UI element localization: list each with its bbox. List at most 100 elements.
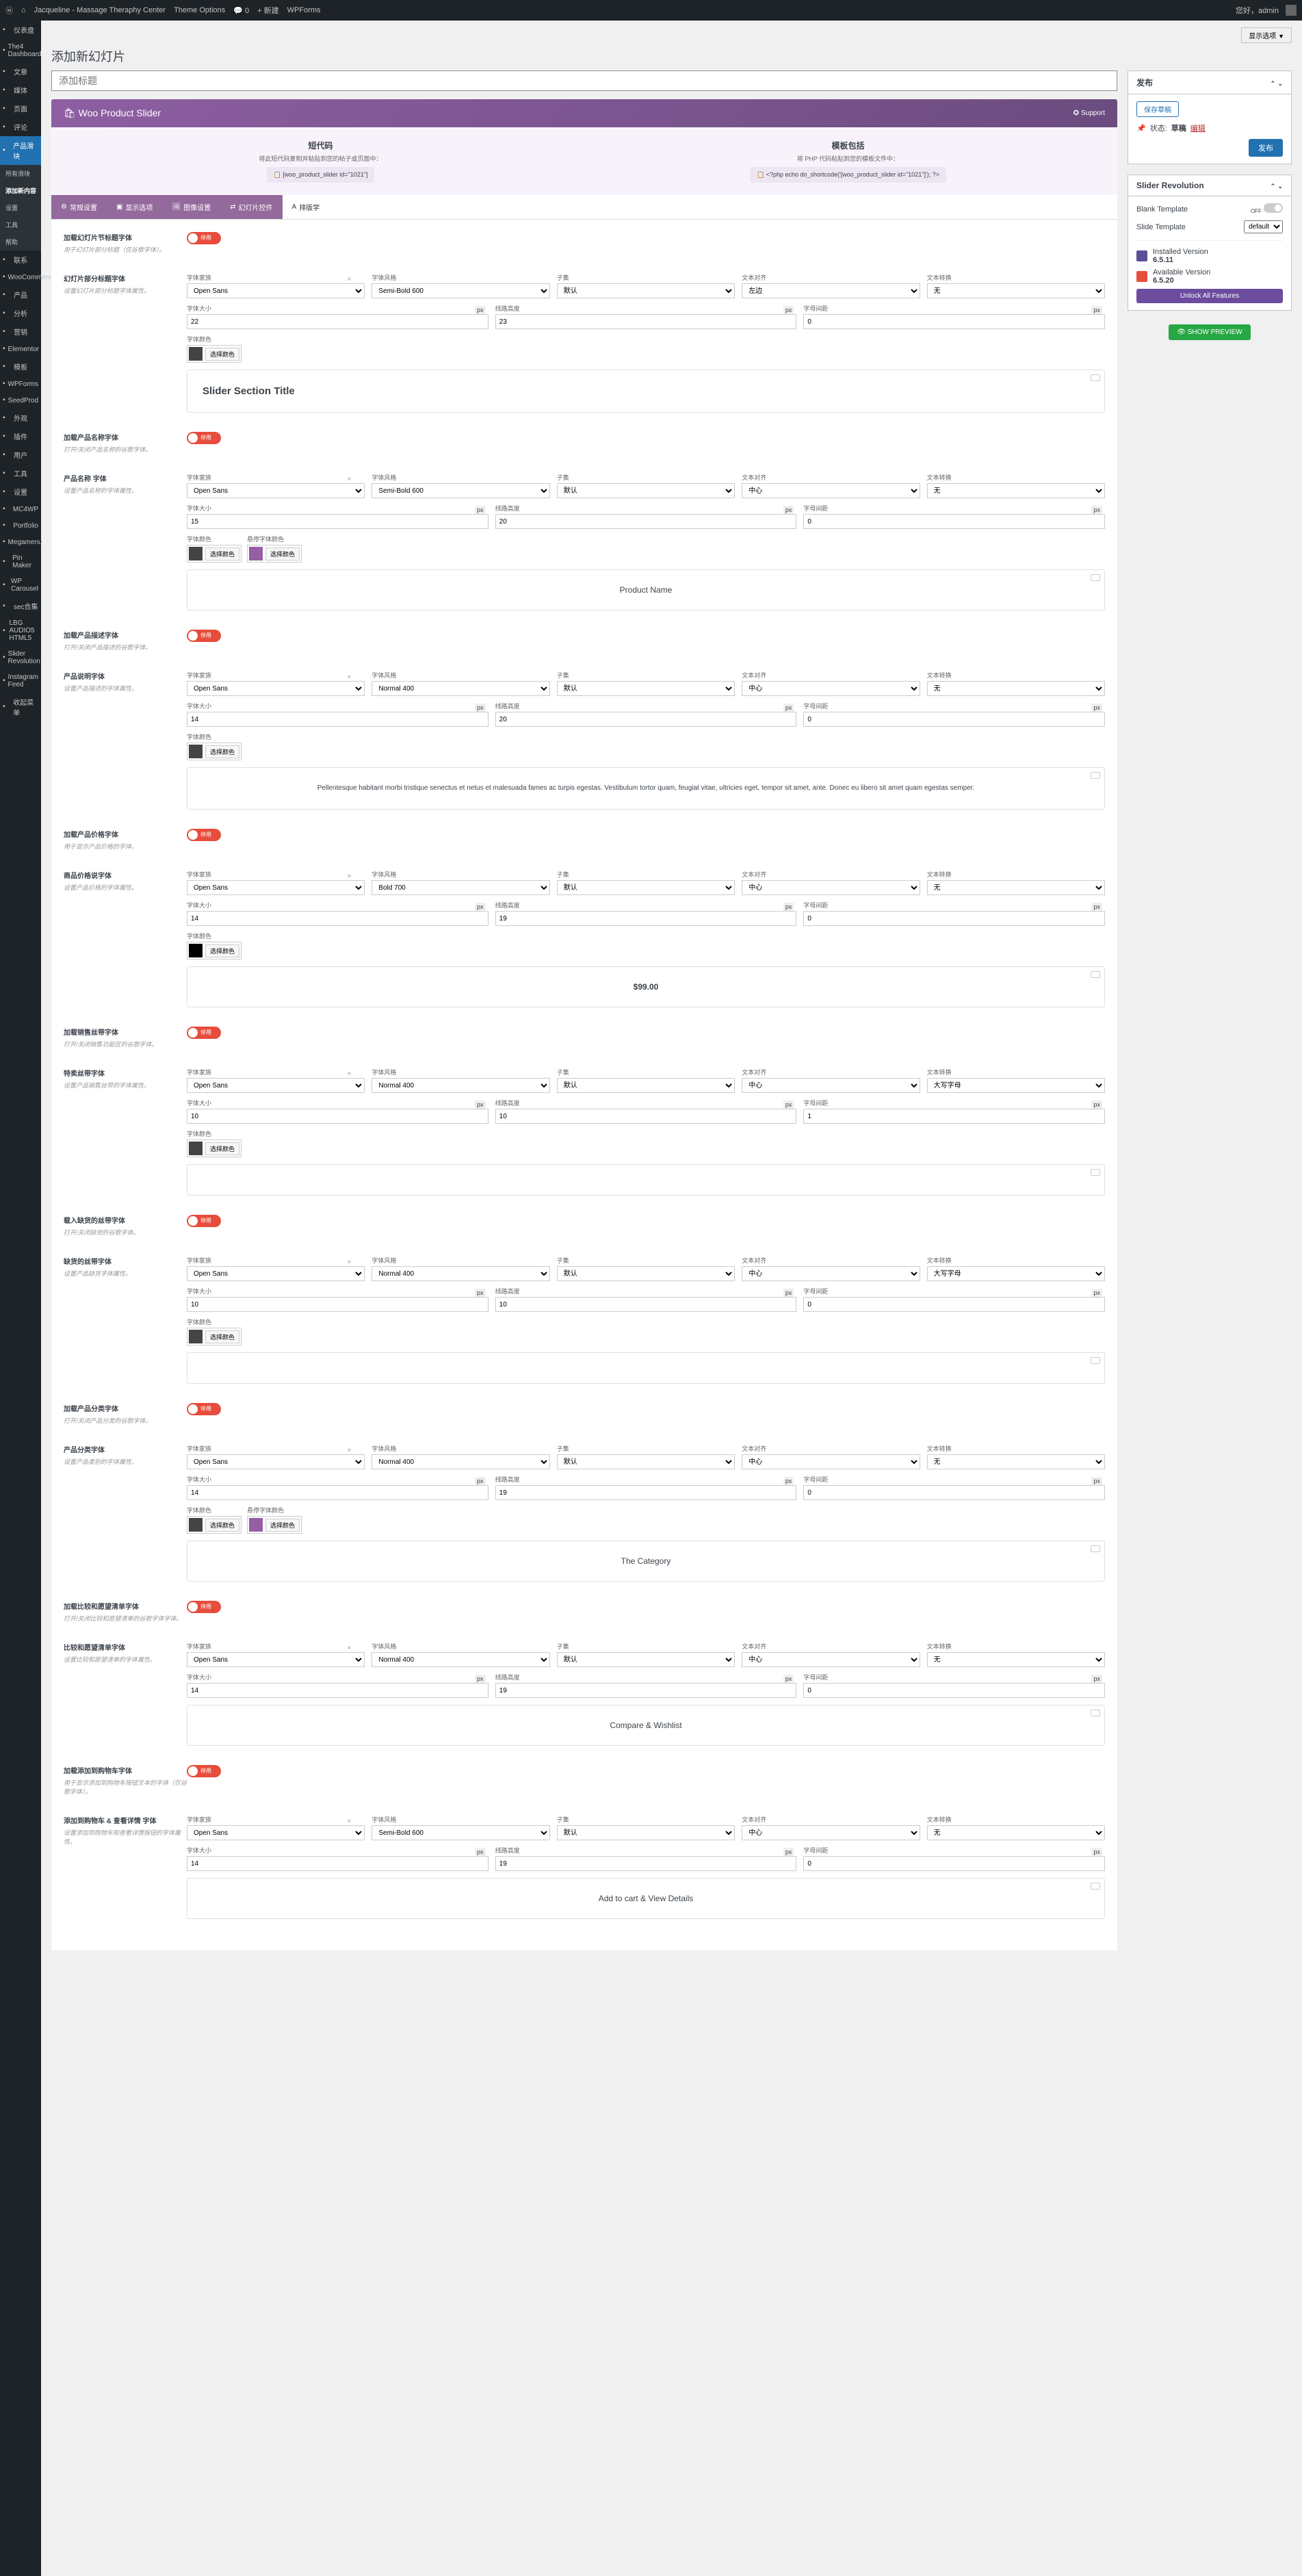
font-family-select[interactable]: Open Sans	[187, 1652, 365, 1667]
unlock-button[interactable]: Unlock All Features	[1136, 289, 1283, 303]
chevron-up-icon[interactable]: ⌃	[1271, 183, 1276, 190]
font-size-input[interactable]	[187, 712, 489, 727]
sidebar-item[interactable]: ▪产品	[0, 285, 41, 304]
greeting[interactable]: 您好，admin	[1236, 5, 1279, 16]
line-height-input[interactable]	[495, 712, 797, 727]
tab-general[interactable]: ⚙ 常规设置	[51, 195, 107, 219]
text-align-select[interactable]: 左边	[742, 283, 920, 298]
letter-spacing-input[interactable]	[803, 1485, 1105, 1500]
color-swatch[interactable]	[189, 1330, 203, 1343]
color-swatch[interactable]	[189, 1518, 203, 1532]
font-load-toggle[interactable]: 停用	[187, 232, 221, 244]
subset-select[interactable]: 默认	[557, 283, 735, 298]
color-swatch[interactable]	[249, 547, 263, 561]
preview-toggle-icon[interactable]	[1091, 1169, 1100, 1176]
font-weight-select[interactable]: Normal 400	[372, 1078, 549, 1093]
font-size-input[interactable]	[187, 1856, 489, 1871]
subset-select[interactable]: 默认	[557, 483, 735, 498]
font-load-toggle[interactable]: 停用	[187, 829, 221, 841]
text-align-select[interactable]: 中心	[742, 1454, 920, 1469]
subset-select[interactable]: 默认	[557, 681, 735, 696]
text-align-select[interactable]: 中心	[742, 681, 920, 696]
tab-controls[interactable]: ⇄ 幻灯片控件	[220, 195, 282, 219]
font-weight-select[interactable]: Normal 400	[372, 1266, 549, 1281]
font-weight-select[interactable]: Bold 700	[372, 880, 549, 895]
subset-select[interactable]: 默认	[557, 880, 735, 895]
font-load-toggle[interactable]: 停用	[187, 1403, 221, 1415]
line-height-input[interactable]	[495, 911, 797, 926]
font-load-toggle[interactable]: 停用	[187, 1601, 221, 1613]
text-align-select[interactable]: 中心	[742, 880, 920, 895]
font-size-input[interactable]	[187, 1485, 489, 1500]
sidebar-subitem[interactable]: 帮助	[0, 233, 41, 250]
subset-select[interactable]: 默认	[557, 1266, 735, 1281]
preview-toggle-icon[interactable]	[1091, 1545, 1100, 1552]
color-swatch[interactable]	[189, 547, 203, 561]
sidebar-item[interactable]: ▪Megamenu	[0, 534, 41, 550]
subset-select[interactable]: 默认	[557, 1652, 735, 1667]
font-load-toggle[interactable]: 停用	[187, 432, 221, 444]
chevron-up-icon[interactable]: ⌃	[1271, 80, 1276, 87]
font-size-input[interactable]	[187, 1109, 489, 1124]
sidebar-item[interactable]: ▪仪表盘	[0, 21, 41, 39]
chevron-down-icon[interactable]: ⌄	[1277, 80, 1283, 87]
color-swatch[interactable]	[189, 1142, 203, 1155]
show-preview-button[interactable]: 👁 SHOW PREVIEW	[1169, 324, 1251, 340]
sidebar-item[interactable]: ▪页面	[0, 99, 41, 118]
letter-spacing-input[interactable]	[803, 712, 1105, 727]
font-family-select[interactable]: Open Sans	[187, 681, 365, 696]
font-weight-select[interactable]: Semi-Bold 600	[372, 1825, 549, 1840]
preview-toggle-icon[interactable]	[1091, 574, 1100, 581]
sidebar-item[interactable]: ▪用户	[0, 446, 41, 464]
sidebar-item[interactable]: ▪LBG AUDIO5 HTML5	[0, 615, 41, 646]
preview-toggle-icon[interactable]	[1091, 772, 1100, 779]
subset-select[interactable]: 默认	[557, 1454, 735, 1469]
text-align-select[interactable]: 中心	[742, 1078, 920, 1093]
preview-toggle-icon[interactable]	[1091, 1883, 1100, 1890]
sidebar-item[interactable]: ▪Portfolio	[0, 517, 41, 534]
line-height-input[interactable]	[495, 314, 797, 329]
sidebar-subitem[interactable]: 添加新内容	[0, 182, 41, 199]
line-height-input[interactable]	[495, 1683, 797, 1698]
font-size-input[interactable]	[187, 911, 489, 926]
font-weight-select[interactable]: Semi-Bold 600	[372, 283, 549, 298]
sidebar-subitem[interactable]: 设置	[0, 199, 41, 216]
slide-template-select[interactable]: default	[1244, 220, 1283, 233]
pick-color-button[interactable]: 选择颜色	[205, 745, 239, 758]
font-family-select[interactable]: Open Sans	[187, 1825, 365, 1840]
text-transform-select[interactable]: 无	[927, 1454, 1105, 1469]
font-family-select[interactable]: Open Sans	[187, 1454, 365, 1469]
font-size-input[interactable]	[187, 514, 489, 529]
text-transform-select[interactable]: 无	[927, 880, 1105, 895]
preview-toggle-icon[interactable]	[1091, 374, 1100, 381]
line-height-input[interactable]	[495, 514, 797, 529]
letter-spacing-input[interactable]	[803, 1109, 1105, 1124]
sidebar-item[interactable]: ▪工具	[0, 464, 41, 482]
sidebar-item[interactable]: ▪WPForms	[0, 376, 41, 392]
letter-spacing-input[interactable]	[803, 911, 1105, 926]
font-family-select[interactable]: Open Sans	[187, 1078, 365, 1093]
pick-color-button[interactable]: 选择颜色	[205, 1519, 239, 1532]
edit-status-link[interactable]: 编辑	[1190, 123, 1206, 133]
text-transform-select[interactable]: 无	[927, 1652, 1105, 1667]
sidebar-item[interactable]: ▪Instagram Feed	[0, 669, 41, 693]
subset-select[interactable]: 默认	[557, 1825, 735, 1840]
preview-toggle-icon[interactable]	[1091, 971, 1100, 978]
font-family-select[interactable]: Open Sans	[187, 483, 365, 498]
text-transform-select[interactable]: 无	[927, 483, 1105, 498]
color-swatch[interactable]	[189, 347, 203, 361]
sidebar-item[interactable]: ▪文章	[0, 62, 41, 81]
line-height-input[interactable]	[495, 1856, 797, 1871]
font-weight-select[interactable]: Normal 400	[372, 1652, 549, 1667]
font-weight-select[interactable]: Normal 400	[372, 681, 549, 696]
subset-select[interactable]: 默认	[557, 1078, 735, 1093]
font-size-input[interactable]	[187, 1297, 489, 1312]
sidebar-item[interactable]: ▪联系	[0, 250, 41, 269]
sidebar-item[interactable]: ▪The4 Dashboard	[0, 39, 41, 62]
text-align-select[interactable]: 中心	[742, 1825, 920, 1840]
line-height-input[interactable]	[495, 1109, 797, 1124]
sidebar-item[interactable]: ▪模板	[0, 357, 41, 376]
sidebar-item[interactable]: ▪设置	[0, 482, 41, 501]
sidebar-item[interactable]: ▪产品滑块	[0, 136, 41, 165]
text-transform-select[interactable]: 无	[927, 283, 1105, 298]
